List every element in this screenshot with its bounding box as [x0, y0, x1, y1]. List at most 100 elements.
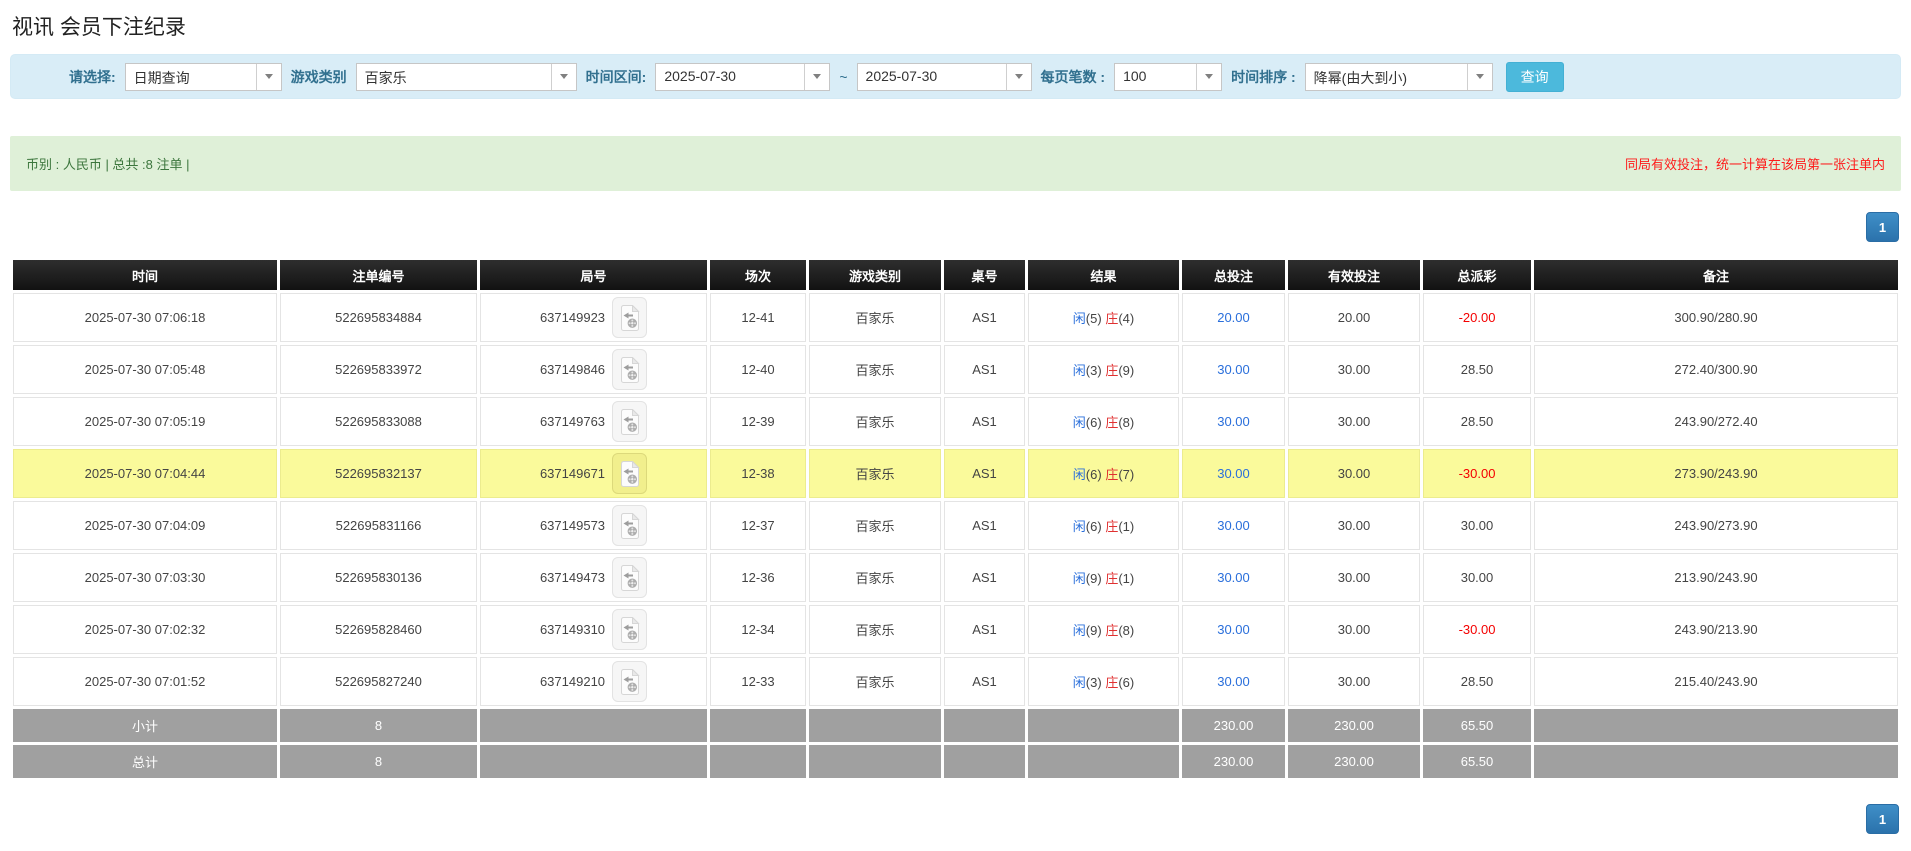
- valid-bet-cell: 30.00: [1288, 397, 1420, 446]
- chevron-down-icon[interactable]: [804, 64, 829, 90]
- round-id: 637149573: [540, 518, 605, 533]
- column-header: 总派彩: [1423, 260, 1531, 290]
- result-player-score: (6): [1086, 519, 1102, 534]
- sort-order-value[interactable]: 降幂(由大到小): [1306, 64, 1467, 90]
- search-button[interactable]: 查询: [1506, 62, 1564, 92]
- chevron-down-icon[interactable]: [1006, 64, 1031, 90]
- date-to-value[interactable]: 2025-07-30: [858, 64, 1006, 90]
- game-type-cell: 百家乐: [809, 501, 941, 550]
- footer-empty-cell: [944, 709, 1025, 742]
- footer-empty-cell: [710, 709, 806, 742]
- round-id: 637149310: [540, 622, 605, 637]
- footer-empty-cell: [1028, 745, 1179, 778]
- total-bet-link[interactable]: 30.00: [1182, 657, 1285, 706]
- page-1-button[interactable]: 1: [1866, 212, 1899, 242]
- table-row: 2025-07-30 07:03:30522695830136637149473…: [13, 553, 1898, 602]
- sort-order-label: 时间排序 :: [1231, 67, 1296, 87]
- result-cell: 闲(6) 庄(8): [1028, 397, 1179, 446]
- header-row: 时间注单编号局号场次游戏类别桌号结果总投注有效投注总派彩备注: [13, 260, 1898, 290]
- total-bet-link[interactable]: 30.00: [1182, 605, 1285, 654]
- result-player-score: (6): [1086, 467, 1102, 482]
- result-player-label: 闲: [1073, 467, 1086, 482]
- game-type-cell: 百家乐: [809, 657, 941, 706]
- video-file-icon: [620, 669, 640, 695]
- video-button[interactable]: [612, 505, 647, 546]
- remark-cell: 243.90/272.40: [1534, 397, 1898, 446]
- payout-cell: -30.00: [1423, 605, 1531, 654]
- chevron-down-icon[interactable]: [256, 64, 281, 90]
- result-player-label: 闲: [1073, 363, 1086, 378]
- footer-empty-cell: [710, 745, 806, 778]
- remark-cell: 213.90/243.90: [1534, 553, 1898, 602]
- round-id-wrap: 637149923: [540, 297, 647, 338]
- video-file-icon: [620, 357, 640, 383]
- time-cell: 2025-07-30 07:04:09: [13, 501, 277, 550]
- payout-cell: 28.50: [1423, 657, 1531, 706]
- payout-cell: 28.50: [1423, 345, 1531, 394]
- column-header: 桌号: [944, 260, 1025, 290]
- page-size-value[interactable]: 100: [1115, 64, 1196, 90]
- result-banker-score: (1): [1118, 571, 1134, 586]
- date-to-select[interactable]: 2025-07-30: [857, 63, 1032, 91]
- video-file-icon: [620, 305, 640, 331]
- page-1-button[interactable]: 1: [1866, 804, 1899, 834]
- chevron-down-icon[interactable]: [551, 64, 576, 90]
- video-button[interactable]: [612, 557, 647, 598]
- result-player-label: 闲: [1073, 623, 1086, 638]
- table-no-cell: AS1: [944, 605, 1025, 654]
- page-size-select[interactable]: 100: [1114, 63, 1222, 91]
- table-no-cell: AS1: [944, 397, 1025, 446]
- payout-cell: 28.50: [1423, 397, 1531, 446]
- result-banker-label: 庄: [1105, 675, 1118, 690]
- table-row: 2025-07-30 07:06:18522695834884637149923…: [13, 293, 1898, 342]
- round-cell: 637149473: [480, 553, 707, 602]
- game-type-select[interactable]: 百家乐: [356, 63, 577, 91]
- result-player-label: 闲: [1073, 311, 1086, 326]
- table-row: 2025-07-30 07:01:52522695827240637149210…: [13, 657, 1898, 706]
- result-player-label: 闲: [1073, 415, 1086, 430]
- round-id-wrap: 637149210: [540, 661, 647, 702]
- table-no-cell: AS1: [944, 449, 1025, 498]
- query-type-value[interactable]: 日期查询: [126, 64, 256, 90]
- footer-empty-cell: [1028, 709, 1179, 742]
- game-type-cell: 百家乐: [809, 605, 941, 654]
- video-button[interactable]: [612, 453, 647, 494]
- total-bet-link[interactable]: 30.00: [1182, 553, 1285, 602]
- round-cell: 637149763: [480, 397, 707, 446]
- date-from-select[interactable]: 2025-07-30: [655, 63, 830, 91]
- total-bet-link[interactable]: 30.00: [1182, 397, 1285, 446]
- chevron-down-icon[interactable]: [1467, 64, 1492, 90]
- footer-empty-cell: [1534, 745, 1898, 778]
- total-bet-link[interactable]: 30.00: [1182, 345, 1285, 394]
- round-cell: 637149210: [480, 657, 707, 706]
- video-button[interactable]: [612, 297, 647, 338]
- total-bet-link[interactable]: 30.00: [1182, 501, 1285, 550]
- total-bet-link[interactable]: 30.00: [1182, 449, 1285, 498]
- column-header: 局号: [480, 260, 707, 290]
- page-size-label: 每页笔数 :: [1041, 67, 1106, 87]
- table-row: 2025-07-30 07:04:44522695832137637149671…: [13, 449, 1898, 498]
- round-cell: 637149573: [480, 501, 707, 550]
- query-type-select[interactable]: 日期查询: [125, 63, 282, 91]
- sort-order-select[interactable]: 降幂(由大到小): [1305, 63, 1493, 91]
- game-type-value[interactable]: 百家乐: [357, 64, 551, 90]
- valid-bet-cell: 30.00: [1288, 501, 1420, 550]
- video-button[interactable]: [612, 349, 647, 390]
- video-file-icon: [620, 461, 640, 487]
- video-button[interactable]: [612, 609, 647, 650]
- result-banker-label: 庄: [1105, 519, 1118, 534]
- chevron-down-icon[interactable]: [1196, 64, 1221, 90]
- video-file-icon: [620, 565, 640, 591]
- result-banker-score: (9): [1118, 363, 1134, 378]
- remark-cell: 243.90/273.90: [1534, 501, 1898, 550]
- bet-id-cell: 522695827240: [280, 657, 477, 706]
- game-type-cell: 百家乐: [809, 553, 941, 602]
- video-button[interactable]: [612, 661, 647, 702]
- date-from-value[interactable]: 2025-07-30: [656, 64, 804, 90]
- total-bet-link[interactable]: 20.00: [1182, 293, 1285, 342]
- bet-records-table: 时间注单编号局号场次游戏类别桌号结果总投注有效投注总派彩备注 2025-07-3…: [10, 257, 1901, 781]
- time-cell: 2025-07-30 07:05:19: [13, 397, 277, 446]
- result-player-score: (5): [1086, 311, 1102, 326]
- table-footer: 小计8230.00230.0065.50总计8230.00230.0065.50: [13, 709, 1898, 778]
- video-button[interactable]: [612, 401, 647, 442]
